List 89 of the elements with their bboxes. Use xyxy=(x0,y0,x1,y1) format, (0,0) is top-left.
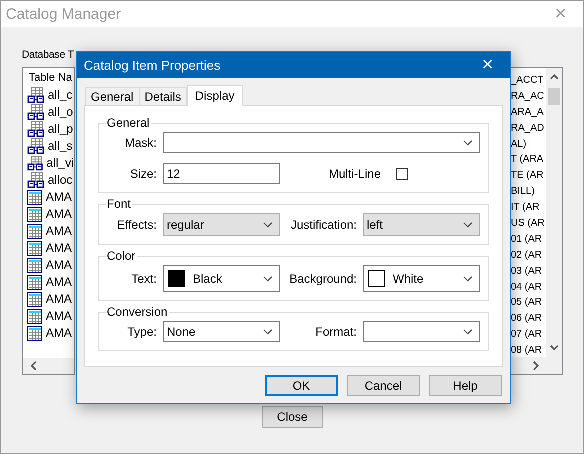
text-field[interactable]: 12 xyxy=(163,163,280,184)
field-label: Type: xyxy=(126,324,157,338)
catalog-table-name[interactable]: BILL) xyxy=(511,186,535,198)
table-name[interactable]: AMA xyxy=(46,275,72,290)
checkbox[interactable] xyxy=(396,168,408,180)
tab[interactable]: Details xyxy=(138,87,188,105)
field-label: Text: xyxy=(130,272,157,286)
catalog-table-name[interactable]: 06 (AR xyxy=(511,313,542,324)
table-name[interactable]: AMA xyxy=(46,309,72,324)
column-header: Table Na xyxy=(29,71,72,85)
tab[interactable]: General xyxy=(85,87,140,105)
view-icon xyxy=(27,155,44,172)
table-name[interactable]: AMA xyxy=(46,258,72,273)
group-title: Color xyxy=(106,249,137,263)
scroll-thumb[interactable] xyxy=(548,88,560,105)
color-dropdown[interactable]: Black xyxy=(163,265,280,292)
group-title: General xyxy=(106,116,151,130)
field-label: Justification: xyxy=(290,218,357,232)
close-button[interactable]: Close xyxy=(262,406,323,428)
catalog-table-name[interactable]: 03 (AR xyxy=(511,266,542,277)
table-name[interactable]: all_o xyxy=(48,105,74,120)
field-label: Format: xyxy=(316,324,357,338)
catalog-table-name[interactable]: 04 (AR xyxy=(511,282,542,293)
dropdown[interactable]: left xyxy=(363,213,480,236)
table-name[interactable]: AMA xyxy=(46,207,72,222)
catalog-table-name[interactable]: TE (AR xyxy=(511,170,544,182)
view-icon xyxy=(27,87,45,104)
combo-box[interactable] xyxy=(163,132,480,153)
table-name[interactable]: all_p xyxy=(48,122,74,137)
catalog-table-name[interactable]: US (AR xyxy=(511,218,545,230)
table-icon xyxy=(27,258,43,274)
scroll-up-icon[interactable] xyxy=(550,74,558,80)
catalog-table-name[interactable]: 01 (AR xyxy=(511,234,542,245)
catalog-table-name[interactable]: 07 (AR xyxy=(511,329,542,340)
catalog-table-name[interactable]: ARA_A xyxy=(511,106,544,118)
table-icon xyxy=(27,274,43,290)
table-icon xyxy=(27,190,43,206)
combo-box[interactable]: None xyxy=(163,321,280,342)
catalog-table-name[interactable]: _ACCT xyxy=(511,75,544,86)
table-name[interactable]: all_vi xyxy=(46,156,74,171)
table-icon xyxy=(27,224,43,240)
field-label: Background: xyxy=(290,272,357,286)
table-name[interactable]: AMA xyxy=(46,190,72,205)
field-label: Mask: xyxy=(124,136,157,150)
field-label: Size: xyxy=(129,166,157,180)
list-label: Database T xyxy=(22,48,74,62)
table-name[interactable]: AMA xyxy=(46,326,72,341)
tab[interactable]: Display xyxy=(187,85,243,106)
table-name[interactable]: alloc xyxy=(48,173,73,188)
table-name[interactable]: AMA xyxy=(46,224,72,239)
scroll-down-icon[interactable] xyxy=(550,345,558,351)
table-icon xyxy=(27,308,43,324)
scroll-left-icon[interactable] xyxy=(30,361,37,371)
catalog-table-name[interactable]: RA_AD xyxy=(511,122,544,134)
group-title: Font xyxy=(106,197,132,211)
field-label: Multi-Line xyxy=(328,166,381,180)
catalog-table-name[interactable]: 02 (AR xyxy=(511,250,542,261)
table-name[interactable]: AMA xyxy=(46,292,72,307)
catalog-table-name[interactable]: T (ARA xyxy=(511,154,544,166)
color-dropdown[interactable]: White xyxy=(363,265,480,292)
group-title: Conversion xyxy=(106,305,169,319)
vertical-scrollbar[interactable] xyxy=(546,68,562,357)
catalog-table-name[interactable]: AL) xyxy=(511,138,527,150)
table-icon xyxy=(27,292,43,308)
catalog-table-name[interactable]: RA_AC xyxy=(511,90,544,102)
catalog-table-name[interactable]: IT (AR xyxy=(511,202,540,214)
dialog-button[interactable]: Help xyxy=(429,375,502,396)
view-icon xyxy=(27,138,45,155)
horizontal-scrollbar[interactable] xyxy=(23,358,74,374)
dialog-title: Catalog Item Properties xyxy=(84,58,221,72)
close-button[interactable]: × xyxy=(466,52,510,78)
table-icon xyxy=(27,240,43,256)
table-icon xyxy=(27,326,43,342)
catalog-table-name[interactable]: 08 (AR xyxy=(511,345,542,356)
catalog-table-name[interactable]: 05 (AR xyxy=(511,297,542,308)
table-icon xyxy=(27,206,43,222)
dialog-button[interactable]: Cancel xyxy=(347,375,420,396)
table-name[interactable]: all_c xyxy=(48,88,73,103)
dialog-button[interactable]: OK xyxy=(265,375,338,396)
view-icon xyxy=(27,104,45,121)
view-icon xyxy=(27,172,45,189)
dropdown[interactable]: regular xyxy=(163,213,280,236)
view-icon xyxy=(27,121,45,138)
field-label: Effects: xyxy=(116,218,157,232)
window-title: Catalog Manager xyxy=(6,6,122,22)
table-name[interactable]: all_s xyxy=(48,139,73,154)
scroll-right-icon[interactable] xyxy=(533,360,540,370)
table-name[interactable]: AMA xyxy=(46,241,72,256)
combo-box[interactable] xyxy=(363,321,480,342)
